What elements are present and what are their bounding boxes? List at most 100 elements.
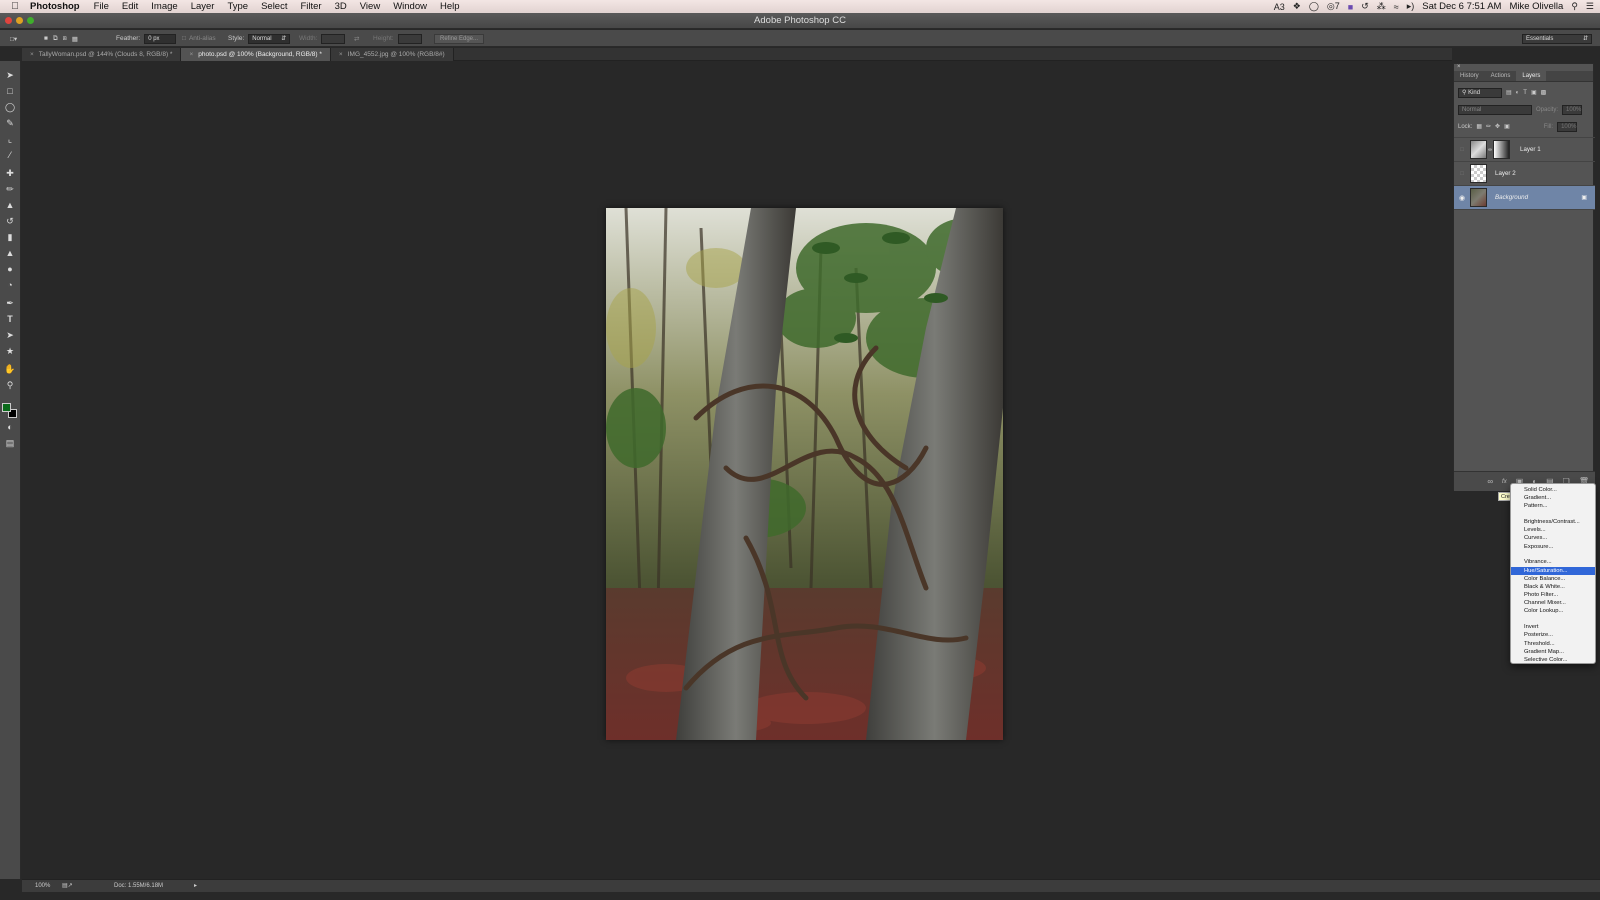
subtract-selection-icon[interactable]: ⧈: [63, 35, 67, 43]
style-select[interactable]: Normal ⇵: [248, 33, 291, 44]
app-square-icon[interactable]: ■: [1348, 2, 1353, 12]
brush-tool-icon[interactable]: ✏: [3, 183, 17, 196]
clone-stamp-tool-icon[interactable]: ▲: [3, 199, 17, 212]
menu-item-posterize[interactable]: Posterize...: [1511, 631, 1595, 639]
zoom-tool-icon[interactable]: ⚲: [3, 379, 17, 392]
lock-position-icon[interactable]: ✥: [1495, 123, 1500, 130]
eyedropper-tool-icon[interactable]: ⁄: [3, 149, 17, 162]
blur-tool-icon[interactable]: ●: [3, 263, 17, 276]
app-menu[interactable]: Photoshop: [30, 1, 80, 12]
screen-mode-icon[interactable]: ▤: [3, 437, 17, 450]
menu-3d[interactable]: 3D: [335, 1, 347, 12]
layer-mask-thumbnail[interactable]: [1493, 140, 1510, 159]
height-input[interactable]: [397, 33, 422, 44]
hand-tool-icon[interactable]: ✋: [3, 363, 17, 376]
spotlight-icon[interactable]: ⚲: [1571, 1, 1578, 12]
tab-history[interactable]: History: [1454, 71, 1485, 81]
sync-status-icon[interactable]: ◎7: [1327, 1, 1340, 12]
tab-layers[interactable]: Layers: [1516, 71, 1547, 81]
fill-input[interactable]: 100%: [1557, 121, 1578, 132]
datetime[interactable]: Sat Dec 6 7:51 AM: [1422, 1, 1501, 12]
filter-smart-object-icon[interactable]: ▩: [1541, 89, 1547, 96]
marquee-tool-icon[interactable]: □: [3, 85, 17, 98]
visibility-toggle[interactable]: □: [1454, 147, 1470, 153]
status-menu-arrow-icon[interactable]: ▸: [194, 882, 197, 889]
menu-item-pattern[interactable]: Pattern...: [1511, 502, 1595, 510]
menu-image[interactable]: Image: [151, 1, 177, 12]
adobe-status-icon[interactable]: A3: [1274, 2, 1285, 12]
move-tool-icon[interactable]: ➤: [3, 69, 17, 82]
menu-item-threshold[interactable]: Threshold...: [1511, 640, 1595, 648]
lock-transparent-icon[interactable]: ▦: [1476, 123, 1482, 130]
filter-adjustment-icon[interactable]: ◐: [1516, 90, 1520, 96]
doc-tab-tallywoman[interactable]: × TallyWoman.psd @ 144% (Clouds 8, RGB/8)…: [22, 48, 182, 61]
layer-row-background[interactable]: ◉ Background ▣: [1454, 186, 1595, 210]
antialias-checkbox[interactable]: □: [182, 35, 186, 42]
document-canvas[interactable]: [606, 208, 1003, 740]
menu-item-color-balance[interactable]: Color Balance...: [1511, 575, 1595, 583]
menu-item-selective-color[interactable]: Selective Color...: [1511, 656, 1595, 664]
time-machine-icon[interactable]: ↺: [1361, 1, 1369, 12]
menu-type[interactable]: Type: [227, 1, 248, 12]
menu-item-levels[interactable]: Levels...: [1511, 526, 1595, 534]
apple-icon[interactable]: : [0, 1, 30, 12]
filter-type-icon[interactable]: T: [1523, 90, 1527, 96]
swap-dimensions-icon[interactable]: ⇄: [354, 30, 359, 47]
lock-pixels-icon[interactable]: ✏: [1486, 123, 1491, 130]
layer-name[interactable]: Layer 2: [1495, 170, 1516, 177]
menu-item-hue-saturation[interactable]: Hue/Saturation...: [1511, 566, 1595, 575]
layer-name[interactable]: Background: [1495, 194, 1528, 201]
feather-input[interactable]: 0 px: [144, 33, 177, 44]
doc-tab-photo[interactable]: × photo.psd @ 100% (Background, RGB/8) *: [181, 48, 331, 61]
menu-item-gradient-map[interactable]: Gradient Map...: [1511, 648, 1595, 656]
tab-actions[interactable]: Actions: [1485, 71, 1517, 81]
visibility-toggle[interactable]: □: [1454, 171, 1470, 177]
menu-file[interactable]: File: [94, 1, 109, 12]
minimize-window-button[interactable]: [16, 17, 23, 24]
zoom-window-button[interactable]: [27, 17, 34, 24]
quick-mask-icon[interactable]: ◐: [3, 421, 17, 434]
history-brush-tool-icon[interactable]: ↺: [3, 215, 17, 228]
menu-edit[interactable]: Edit: [122, 1, 138, 12]
menu-view[interactable]: View: [360, 1, 380, 12]
quick-selection-tool-icon[interactable]: ✎: [3, 117, 17, 130]
menu-filter[interactable]: Filter: [300, 1, 321, 12]
layer-style-icon[interactable]: fx: [1502, 479, 1507, 485]
close-tab-icon[interactable]: ×: [339, 51, 343, 58]
menu-select[interactable]: Select: [261, 1, 287, 12]
bluetooth-icon[interactable]: ⁂: [1377, 1, 1386, 12]
type-tool-icon[interactable]: T: [3, 313, 17, 326]
crop-tool-icon[interactable]: ⌞: [3, 133, 17, 146]
foreground-color-swatch[interactable]: [2, 403, 11, 412]
menu-item-color-lookup[interactable]: Color Lookup...: [1511, 607, 1595, 615]
custom-shape-tool-icon[interactable]: ★: [3, 345, 17, 358]
volume-icon[interactable]: ▸): [1407, 1, 1415, 12]
path-selection-tool-icon[interactable]: ➤: [3, 329, 17, 342]
new-selection-icon[interactable]: ■: [44, 35, 48, 42]
menu-item-brightness-contrast[interactable]: Brightness/Contrast...: [1511, 518, 1595, 526]
notification-center-icon[interactable]: ☰: [1586, 1, 1594, 12]
menu-item-invert[interactable]: Invert: [1511, 623, 1595, 631]
add-selection-icon[interactable]: ⧉: [53, 35, 58, 43]
menu-help[interactable]: Help: [440, 1, 460, 12]
lasso-tool-icon[interactable]: ◯: [3, 101, 17, 114]
intersect-selection-icon[interactable]: ▦: [72, 35, 78, 43]
menu-window[interactable]: Window: [393, 1, 427, 12]
menu-item-solid-color[interactable]: Solid Color...: [1511, 486, 1595, 494]
eraser-tool-icon[interactable]: ▮: [3, 231, 17, 244]
paint-bucket-tool-icon[interactable]: ▲: [3, 247, 17, 260]
filter-pixel-icon[interactable]: ▤: [1506, 89, 1512, 96]
menu-item-black-white[interactable]: Black & White...: [1511, 583, 1595, 591]
healing-brush-tool-icon[interactable]: ✚: [3, 167, 17, 180]
zoom-level[interactable]: 100%: [35, 883, 50, 889]
eye-icon[interactable]: ◉: [1454, 194, 1470, 202]
width-input[interactable]: [321, 33, 346, 44]
filter-kind-select[interactable]: ⚲ Kind: [1458, 87, 1502, 98]
menu-item-exposure[interactable]: Exposure...: [1511, 543, 1595, 551]
refine-edge-button[interactable]: Refine Edge...: [434, 33, 485, 44]
marquee-preset-icon[interactable]: □▾: [10, 30, 17, 47]
filter-shape-icon[interactable]: ▣: [1531, 89, 1537, 96]
blend-mode-select[interactable]: Normal: [1458, 104, 1532, 115]
dodge-tool-icon[interactable]: ◔: [3, 279, 17, 292]
opacity-input[interactable]: 100%: [1562, 104, 1583, 115]
